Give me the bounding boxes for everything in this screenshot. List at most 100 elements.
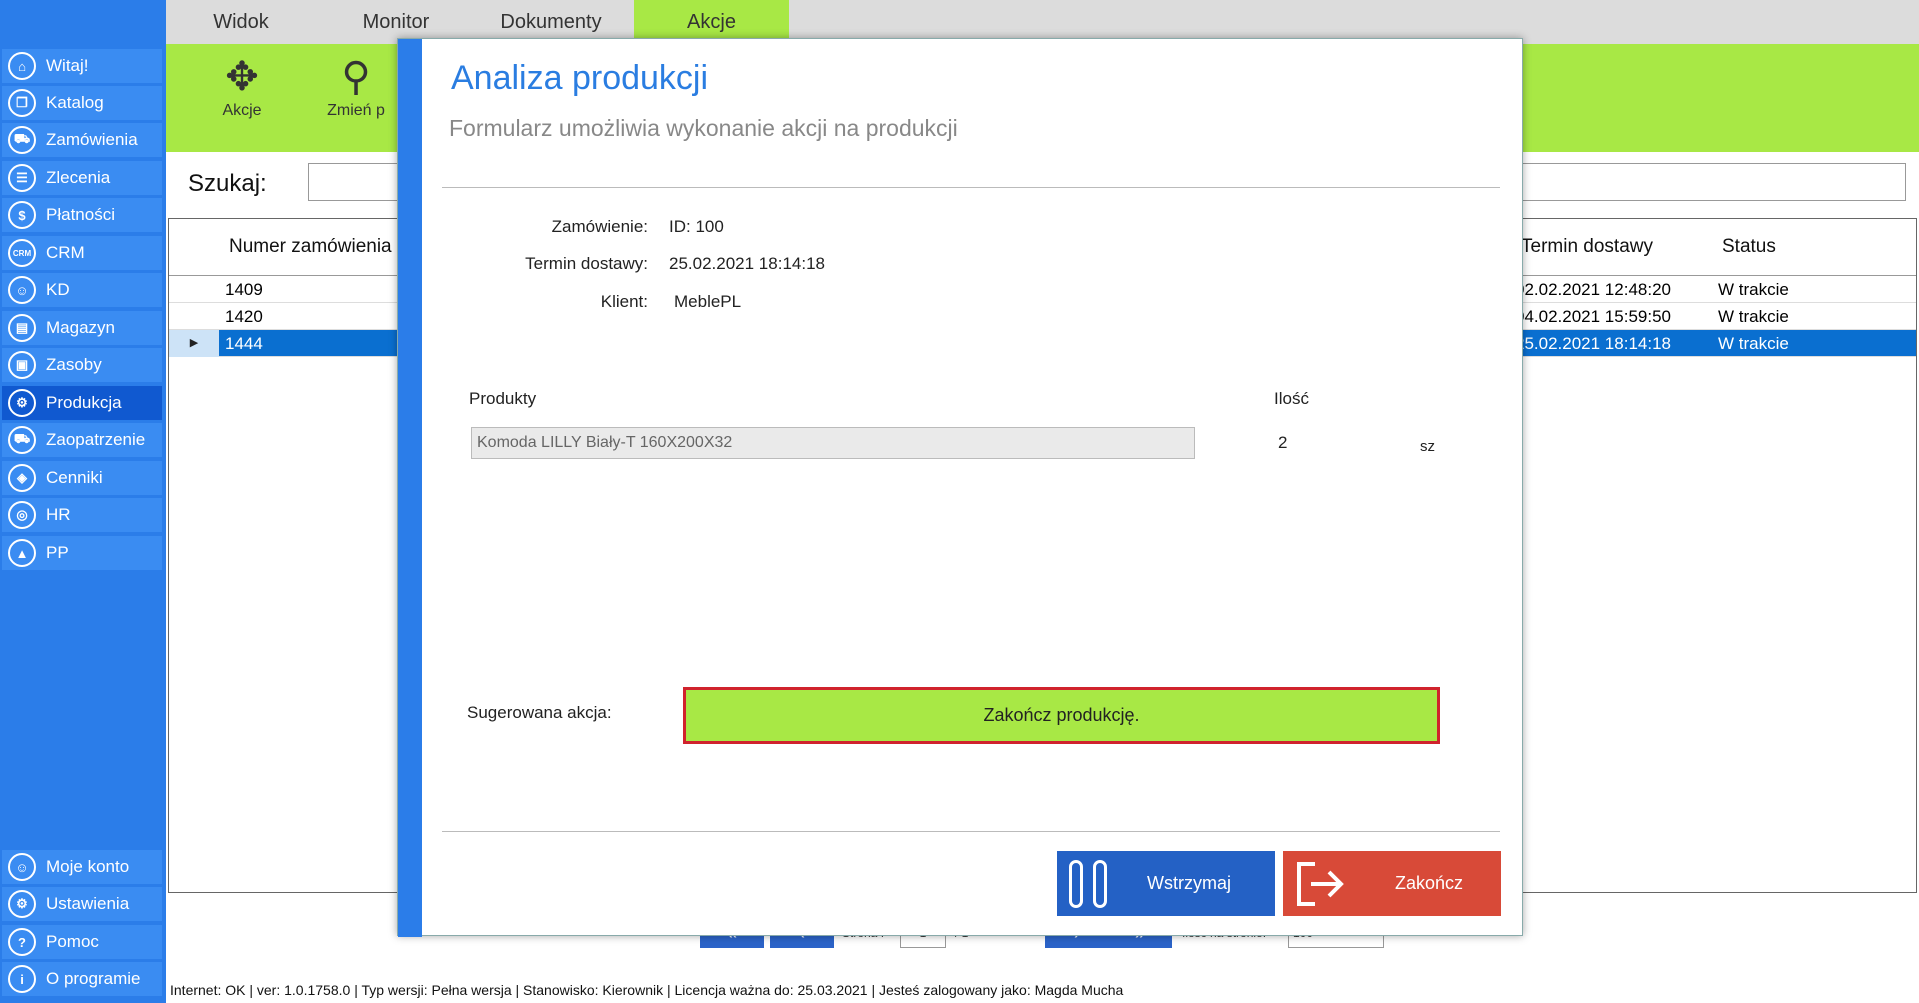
search-label: Szukaj: (188, 170, 267, 197)
sidebar-item[interactable]: ▣ Zasoby (2, 348, 162, 382)
sidebar-item[interactable]: ◎ HR (2, 498, 162, 532)
sidebar-item[interactable]: ▤ Magazyn (2, 311, 162, 345)
sidebar-bottom-item[interactable]: ? Pomoc (2, 925, 162, 959)
sidebar: ⌂ Witaj! ❐ Katalog ⛟ Zamówienia ☰ Zlecenia $ Płat… (0, 0, 166, 1003)
delivery-label: Termin dostawy: (525, 254, 648, 273)
client-value: MeblePL (674, 292, 742, 311)
sidebar-item-label: PP (46, 543, 69, 562)
sidebar-bottom-item[interactable]: ☺ Moje konto (2, 850, 162, 884)
status-bar: Internet: OK | ver: 1.0.1758.0 | Typ wer… (170, 982, 1124, 998)
dialog-subtitle: Formularz umożliwia wykonanie akcji na p… (449, 115, 958, 141)
order-value: ID: 100 (669, 217, 724, 236)
info-icon: i (8, 965, 36, 993)
row-pointer-icon: ▶ (169, 330, 219, 357)
person-icon: ☺ (8, 276, 36, 304)
sidebar-item-label: Moje konto (46, 857, 130, 876)
sidebar-item[interactable]: CRM CRM (2, 236, 162, 270)
ribbon-akcje-button[interactable]: ✥ Akcje (192, 44, 292, 152)
ribbon-button-label: Zmień p (327, 102, 385, 119)
cart-icon: ⛟ (8, 126, 36, 154)
sidebar-item-label: Pomoc (46, 932, 99, 951)
exit-icon (1297, 861, 1344, 906)
tag-icon: ◈ (8, 464, 36, 492)
sidebar-item-label: Zlecenia (46, 168, 111, 187)
product-unit: sz (1420, 438, 1435, 455)
sidebar-item-label: Zaopatrzenie (46, 430, 146, 449)
suggested-action-label: Sugerowana akcja: (467, 703, 612, 722)
sidebar-item-label: O programie (46, 969, 141, 988)
sidebar-item[interactable]: $ Płatności (2, 198, 162, 232)
order-label: Zamówienie: (551, 217, 648, 236)
sidebar-item-label: Cenniki (46, 468, 103, 487)
book-icon: ❐ (8, 89, 36, 117)
sidebar-item[interactable]: ☺ KD (2, 273, 162, 307)
sidebar-item-label: Zasoby (46, 355, 102, 374)
help-icon: ? (8, 928, 36, 956)
ribbon-button-label: Akcje (222, 102, 262, 119)
column-header-order-number[interactable]: Numer zamówienia (229, 219, 392, 275)
delivery-value: 25.02.2021 18:14:18 (669, 254, 825, 273)
sidebar-item-label: Magazyn (46, 318, 115, 337)
resources-icon: ▣ (8, 351, 36, 379)
sidebar-item-label: Zamówienia (46, 130, 138, 149)
sidebar-item-label: Ustawienia (46, 894, 130, 913)
sidebar-item[interactable]: ▲ PP (2, 536, 162, 570)
sidebar-item[interactable]: ⚙ Produkcja (2, 386, 162, 420)
cell-delivery: 02.02.2021 12:48:20 (1515, 280, 1671, 299)
quantity-header: Ilość (1274, 389, 1309, 408)
cell-delivery: 04.02.2021 15:59:50 (1515, 307, 1671, 326)
sidebar-bottom-item[interactable]: i O programie (2, 962, 162, 996)
suggested-action-button[interactable]: Zakończ produkcję. (683, 687, 1440, 744)
dialog-title: Analiza produkcji (451, 59, 709, 97)
crm-icon: CRM (8, 239, 36, 267)
divider (442, 831, 1500, 832)
client-label: Klient: (600, 292, 648, 311)
column-header-delivery[interactable]: Termin dostawy (1521, 219, 1653, 275)
fingerprint-icon: ◎ (8, 501, 36, 529)
finish-button-label: Zakończ (1395, 873, 1464, 893)
sidebar-item[interactable]: ◈ Cenniki (2, 461, 162, 495)
cell-status: W trakcie (1718, 307, 1789, 326)
sidebar-item-label: Produkcja (46, 393, 122, 412)
cell-order: 1409 (225, 280, 263, 299)
move-icon: ✥ (225, 55, 259, 99)
warehouse-icon: ▤ (8, 314, 36, 342)
tab-widok[interactable]: Widok (166, 0, 316, 44)
sidebar-item[interactable]: ⛟ Zamówienia (2, 123, 162, 157)
production-icon: ⚙ (8, 389, 36, 417)
home-icon: ⌂ (8, 52, 36, 80)
pause-button[interactable]: Wstrzymaj (1057, 851, 1275, 916)
cell-status: W trakcie (1718, 334, 1789, 353)
sidebar-item-label: KD (46, 280, 70, 299)
sidebar-item[interactable]: ❐ Katalog (2, 86, 162, 120)
ribbon-change-button[interactable]: ⚲ Zmień p (306, 44, 406, 152)
product-quantity: 2 (1278, 433, 1288, 452)
products-header: Produkty (469, 389, 537, 408)
app-window: ⌂ Witaj! ❐ Katalog ⛟ Zamówienia ☰ Zlecenia $ Płat… (0, 0, 1919, 1003)
cell-delivery: 25.02.2021 18:14:18 (1515, 334, 1671, 353)
cell-status: W trakcie (1718, 280, 1789, 299)
pause-button-label: Wstrzymaj (1147, 873, 1231, 893)
sidebar-item[interactable]: ⛟ Zaopatrzenie (2, 423, 162, 457)
production-analysis-dialog: Analiza produkcji Formularz umożliwia wy… (397, 38, 1523, 937)
cell-order: 1420 (225, 307, 263, 326)
account-icon: ☺ (8, 853, 36, 881)
sidebar-item[interactable]: ☰ Zlecenia (2, 161, 162, 195)
sidebar-item-label: Katalog (46, 93, 104, 112)
chart-icon: ▲ (8, 539, 36, 567)
cell-order: 1444 (225, 334, 263, 353)
sidebar-item-label: Witaj! (46, 56, 89, 75)
list-icon: ☰ (8, 164, 36, 192)
sidebar-bottom-item[interactable]: ⚙ Ustawienia (2, 887, 162, 921)
product-name-field: Komoda LILLY Biały-T 160X200X32 (471, 427, 1195, 459)
column-header-status[interactable]: Status (1722, 219, 1776, 275)
finish-button[interactable]: Zakończ (1283, 851, 1501, 916)
supply-icon: ⛟ (8, 426, 36, 454)
dialog-accent-stripe (398, 39, 422, 937)
pause-icon (1069, 859, 1107, 908)
sidebar-item[interactable]: ⌂ Witaj! (2, 49, 162, 83)
search-icon: ⚲ (341, 55, 371, 99)
sidebar-item-label: HR (46, 505, 71, 524)
divider (442, 187, 1500, 188)
sidebar-item-label: CRM (46, 243, 85, 262)
